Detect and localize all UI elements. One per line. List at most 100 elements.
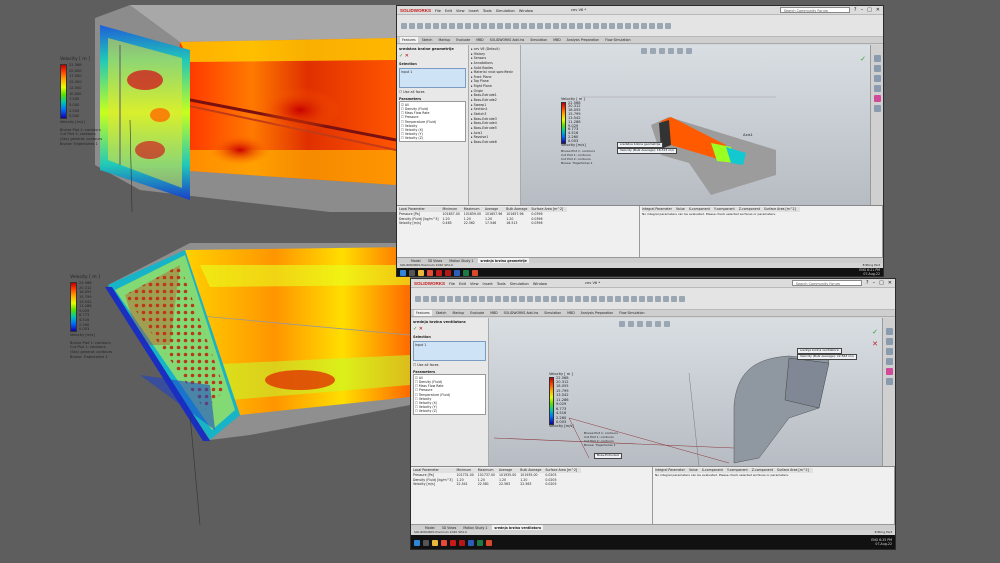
- ok-icon[interactable]: ✓ ✕: [413, 326, 486, 332]
- toolbar-tool-icon[interactable]: [447, 295, 453, 302]
- toolbar-tool-icon[interactable]: [633, 22, 639, 29]
- toolbar-tool-icon[interactable]: [583, 295, 589, 302]
- toolbar-tool-icon[interactable]: [495, 295, 501, 302]
- selection-group[interactable]: Selection: [399, 62, 466, 66]
- menu-item[interactable]: Insert: [483, 282, 493, 286]
- chrome-icon[interactable]: [427, 270, 433, 276]
- toolbar-tool-icon[interactable]: [641, 22, 647, 29]
- menu-bar[interactable]: File Edit View Insert Tools Simulation Window: [449, 281, 551, 286]
- selection-item[interactable]: Input 1: [415, 343, 426, 347]
- confirm-corner[interactable]: ✓: [860, 55, 866, 63]
- parameter-item[interactable]: ☐ Velocity (Z): [415, 409, 484, 413]
- selection-item[interactable]: Input 1: [401, 70, 412, 74]
- menu-item[interactable]: File: [449, 282, 455, 286]
- command-tab[interactable]: MBD: [565, 310, 576, 316]
- toolbar-tool-icon[interactable]: [561, 22, 567, 29]
- toolbar-tool-icon[interactable]: [415, 295, 421, 302]
- design-library-icon[interactable]: [873, 75, 881, 82]
- toolbar-tool-icon[interactable]: [535, 295, 541, 302]
- toolbar-tool-icon[interactable]: [609, 22, 615, 29]
- toolbar-tool-icon[interactable]: [663, 295, 669, 302]
- toolbar-tool-icon[interactable]: [559, 295, 565, 302]
- toolbar-tool-icon[interactable]: [545, 22, 551, 29]
- toolbar-tool-icon[interactable]: [473, 22, 479, 29]
- toolbar-tool-icon[interactable]: [639, 295, 645, 302]
- menu-item[interactable]: Edit: [459, 282, 466, 286]
- word-icon[interactable]: [468, 540, 474, 546]
- command-tab[interactable]: Flow Simulation: [603, 37, 632, 43]
- display-style-icon[interactable]: [655, 321, 661, 327]
- toolbar-tool-icon[interactable]: [519, 295, 525, 302]
- toolbar-tool-icon[interactable]: [615, 295, 621, 302]
- tree-item[interactable]: ▸ Boss-Extrude6: [471, 140, 518, 145]
- toolbar-tool-icon[interactable]: [409, 22, 415, 29]
- menu-item[interactable]: View: [456, 9, 465, 13]
- acrobat-icon[interactable]: [459, 540, 465, 546]
- home-icon[interactable]: [873, 55, 881, 62]
- cancel-icon[interactable]: ✕: [419, 326, 423, 332]
- file-explorer-icon[interactable]: [873, 85, 881, 92]
- view-toolbar[interactable]: [619, 321, 670, 327]
- toolbar-tool-icon[interactable]: [511, 295, 517, 302]
- toolbar-tool-icon[interactable]: [601, 22, 607, 29]
- toolbar-tool-icon[interactable]: [553, 22, 559, 29]
- command-tab[interactable]: SOLIDWORKS Add-Ins: [502, 310, 541, 316]
- selection-group[interactable]: Selection: [413, 335, 486, 339]
- toolbar-tool-icon[interactable]: [569, 22, 575, 29]
- design-library-icon[interactable]: [885, 348, 893, 355]
- menu-item[interactable]: Tools: [483, 9, 492, 13]
- command-tab[interactable]: Flow Simulation: [617, 310, 646, 316]
- custom-properties-icon[interactable]: [885, 378, 893, 385]
- zoom-fit-icon[interactable]: [619, 321, 625, 327]
- command-tab[interactable]: Features: [400, 37, 418, 43]
- explorer-icon[interactable]: [432, 540, 438, 546]
- command-tab[interactable]: Analysis Preparation: [579, 310, 616, 316]
- menu-item[interactable]: Simulation: [496, 9, 515, 13]
- view-orientation-icon[interactable]: [646, 321, 652, 327]
- clock[interactable]: ENG 6:21 PM 07-Aug-22: [859, 269, 880, 276]
- menu-bar[interactable]: File Edit View Insert Tools Simulation Window: [435, 8, 537, 13]
- search-taskbar-icon[interactable]: [409, 270, 415, 276]
- command-tab[interactable]: Sketch: [420, 37, 435, 43]
- command-tab[interactable]: Sketch: [434, 310, 449, 316]
- minimize-icon[interactable]: –: [861, 7, 864, 13]
- toolbar-tool-icon[interactable]: [575, 295, 581, 302]
- toolbar-tool-icon[interactable]: [623, 295, 629, 302]
- toolbar-tool-icon[interactable]: [463, 295, 469, 302]
- menu-item[interactable]: Window: [533, 282, 547, 286]
- toolbar-tool-icon[interactable]: [577, 22, 583, 29]
- menu-item[interactable]: View: [470, 282, 479, 286]
- maximize-icon[interactable]: □: [879, 280, 884, 286]
- ok-icon[interactable]: ✓ ✕: [399, 53, 466, 59]
- resources-icon[interactable]: [873, 65, 881, 72]
- command-tab[interactable]: MBD: [551, 37, 562, 43]
- toolbar-tool-icon[interactable]: [591, 295, 597, 302]
- command-tab[interactable]: MBD: [488, 310, 499, 316]
- menu-item[interactable]: Window: [519, 9, 533, 13]
- toolbar-tool-icon[interactable]: [649, 22, 655, 29]
- zoom-fit-icon[interactable]: [641, 48, 647, 54]
- toolbar-tool-icon[interactable]: [657, 22, 663, 29]
- toolbar-tool-icon[interactable]: [497, 22, 503, 29]
- file-explorer-icon[interactable]: [885, 358, 893, 365]
- toolbar-tool-icon[interactable]: [439, 295, 445, 302]
- command-tab[interactable]: Markup: [450, 310, 466, 316]
- toolbar-tool-icon[interactable]: [679, 295, 685, 302]
- table-row[interactable]: Velocity [m/s] 0.465 22.562 17.546 16.513 0.0…: [399, 221, 567, 226]
- toolbar-tool-icon[interactable]: [479, 295, 485, 302]
- toolbar-tool-icon[interactable]: [401, 22, 407, 29]
- toolbar-tool-icon[interactable]: [585, 22, 591, 29]
- toolbar-tool-icon[interactable]: [665, 22, 671, 29]
- toolbar-tool-icon[interactable]: [441, 22, 447, 29]
- menu-item[interactable]: Simulation: [510, 282, 529, 286]
- command-tab[interactable]: Markup: [436, 37, 452, 43]
- view-orientation-icon[interactable]: [668, 48, 674, 54]
- toolbar-tool-icon[interactable]: [417, 22, 423, 29]
- app-icon[interactable]: [486, 540, 492, 546]
- menu-item[interactable]: Edit: [445, 9, 452, 13]
- integral-parameters-table[interactable]: Integral Parameter Value X-component Y-comp…: [653, 467, 895, 524]
- appearances-icon[interactable]: [873, 95, 881, 102]
- section-view-icon[interactable]: [659, 48, 665, 54]
- appearances-icon[interactable]: [885, 368, 893, 375]
- help-icon[interactable]: ?: [866, 280, 869, 286]
